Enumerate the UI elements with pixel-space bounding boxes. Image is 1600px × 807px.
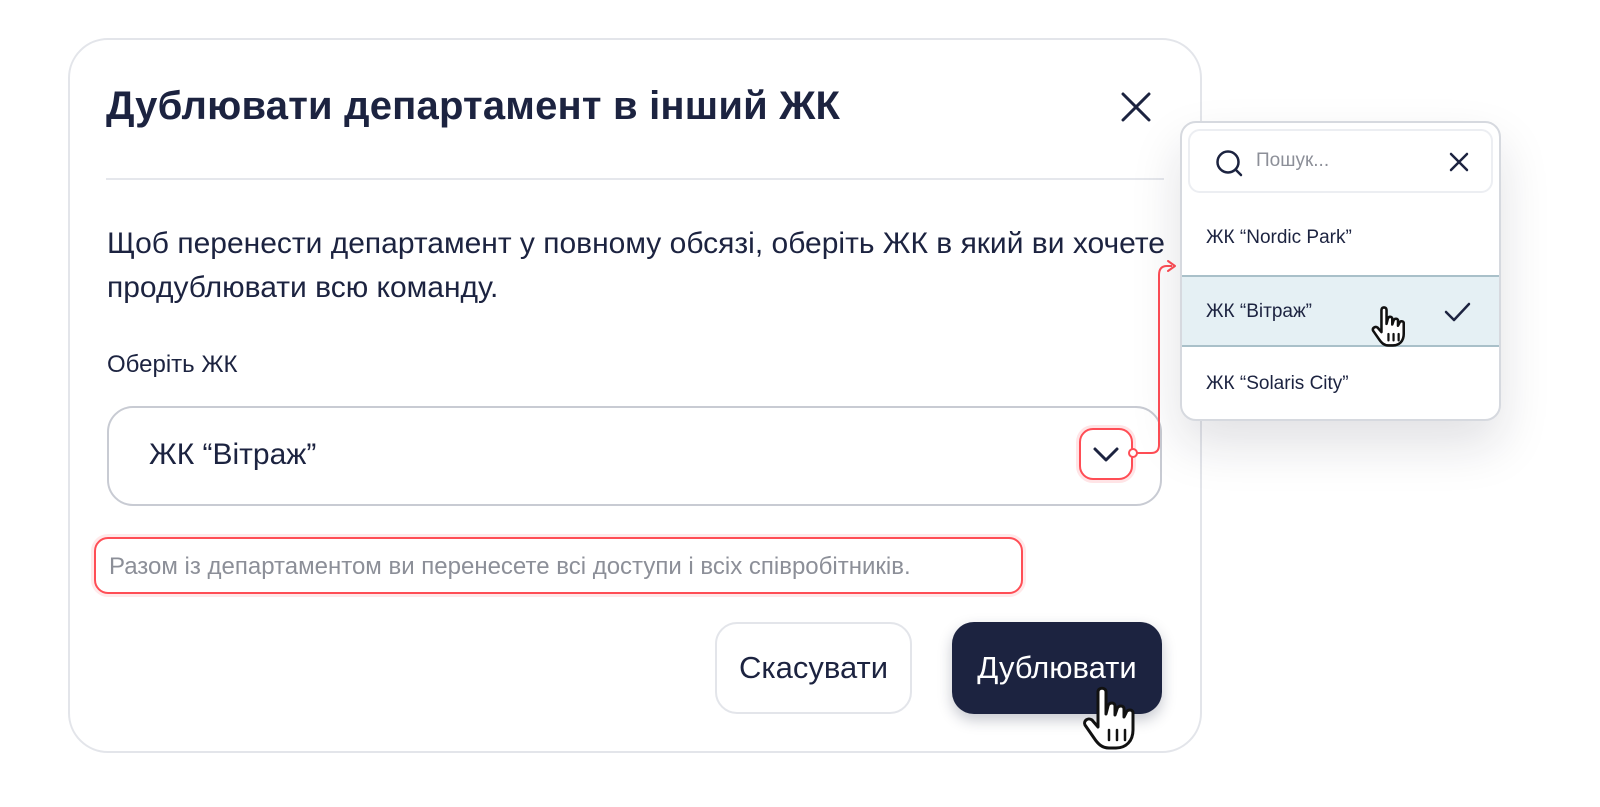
dropdown-search — [1188, 129, 1493, 193]
cancel-button[interactable]: Скасувати — [715, 622, 912, 714]
clear-icon[interactable] — [1448, 151, 1470, 173]
select-value: ЖК “Вітраж” — [149, 438, 317, 471]
close-button[interactable] — [1116, 87, 1156, 127]
dropdown-option-selected[interactable]: ЖК “Вітраж” — [1182, 275, 1499, 347]
close-icon — [1121, 92, 1151, 122]
modal-title: Дублювати департамент в інший ЖК — [106, 84, 841, 128]
option-label: ЖК “Nordic Park” — [1206, 227, 1352, 248]
hint-message: Разом із департаментом ви перенесете всі… — [94, 537, 1023, 594]
title-divider — [106, 178, 1164, 180]
dropdown-option[interactable]: ЖК “Solaris City” — [1182, 349, 1499, 419]
select-toggle-button[interactable] — [1079, 428, 1133, 480]
dropdown-option[interactable]: ЖК “Nordic Park” — [1182, 203, 1499, 275]
check-icon — [1444, 302, 1471, 322]
search-input[interactable] — [1256, 147, 1436, 175]
option-label: ЖК “Solaris City” — [1206, 373, 1349, 394]
complex-dropdown: ЖК “Nordic Park” ЖК “Вітраж” ЖК “Solaris… — [1180, 121, 1501, 421]
option-label: ЖК “Вітраж” — [1206, 301, 1312, 322]
hint-text: Разом із департаментом ви перенесете всі… — [109, 553, 911, 580]
complex-select[interactable]: ЖК “Вітраж” — [107, 406, 1162, 506]
modal-description: Щоб перенести департамент у повному обся… — [107, 227, 1165, 304]
select-field-label: Оберіть ЖК — [107, 351, 238, 378]
search-icon — [1216, 150, 1243, 177]
duplicate-button[interactable]: Дублювати — [952, 622, 1162, 714]
chevron-down-icon — [1093, 447, 1119, 462]
